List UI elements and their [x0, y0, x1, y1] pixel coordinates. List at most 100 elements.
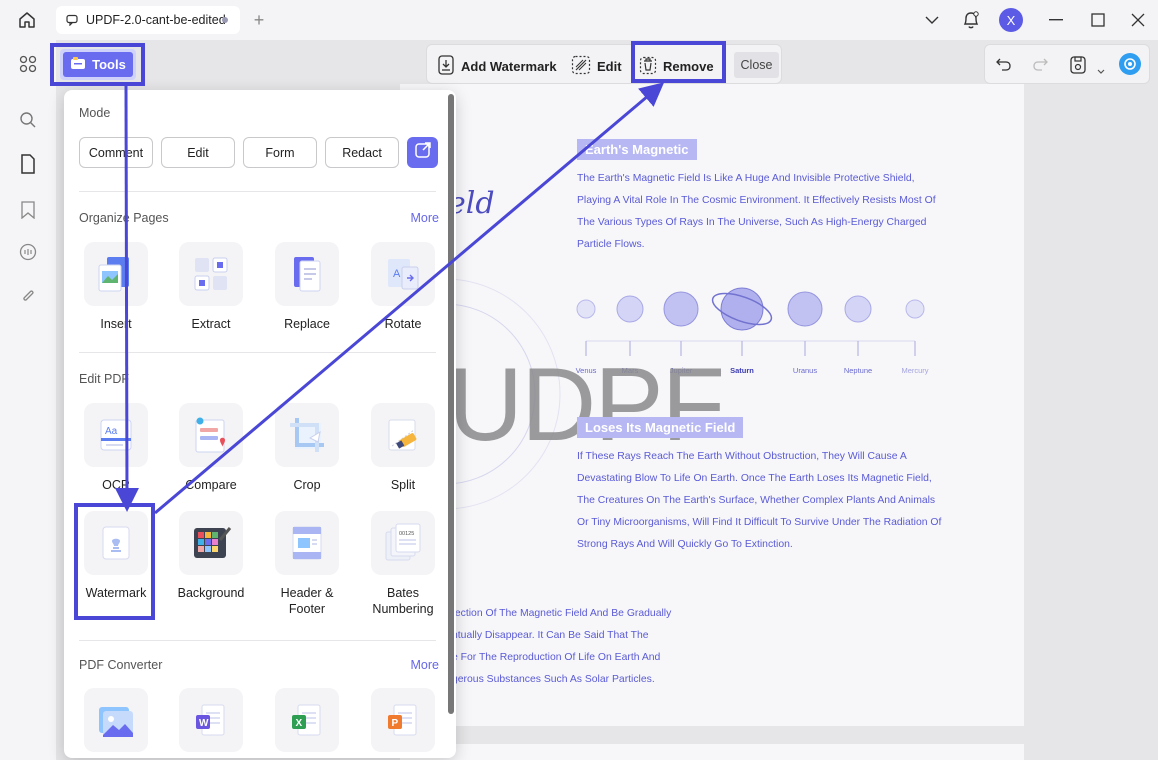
tab-title: UPDF-2.0-cant-be-edited	[86, 13, 226, 27]
rotate-icon: A	[371, 242, 435, 306]
svg-text:W: W	[199, 718, 209, 729]
add-watermark-label: Add Watermark	[461, 58, 557, 74]
watermark-toolbar: Add Watermark Edit Remove Close	[426, 44, 782, 84]
watermark-highlight-box	[74, 503, 155, 620]
undo-icon[interactable]	[995, 55, 1013, 78]
svg-text:A: A	[393, 268, 401, 280]
tool-replace[interactable]: Replace	[267, 242, 347, 332]
tool-convert-word[interactable]: W	[171, 688, 251, 752]
open-external-button[interactable]	[407, 137, 438, 168]
home-icon[interactable]	[14, 8, 40, 32]
close-window-icon[interactable]	[1128, 8, 1148, 32]
add-watermark-icon	[437, 54, 455, 78]
tool-header-footer-label: Header & Footer	[280, 586, 334, 616]
split-icon	[371, 403, 435, 467]
apps-grid-icon[interactable]	[16, 52, 40, 76]
external-link-icon	[414, 141, 432, 164]
svg-text:P: P	[392, 718, 399, 729]
chevron-down-icon[interactable]	[922, 8, 942, 32]
tool-insert-label: Insert	[100, 317, 132, 331]
tool-insert[interactable]: Insert	[76, 242, 156, 332]
mode-redact-button[interactable]: Redact	[325, 137, 399, 168]
divider	[79, 191, 436, 192]
tool-bates-numbering[interactable]: 00125 Bates Numbering	[363, 511, 443, 617]
panel-scrollbar[interactable]	[448, 94, 454, 714]
organize-more-link[interactable]: More	[411, 211, 439, 225]
redo-icon[interactable]	[1031, 55, 1049, 78]
new-tab-button[interactable]: +	[250, 10, 268, 30]
maximize-icon[interactable]	[1088, 8, 1108, 32]
svg-text:X: X	[296, 718, 303, 729]
converter-more-link[interactable]: More	[411, 658, 439, 672]
close-watermark-button[interactable]: Close	[734, 52, 779, 78]
remove-highlight-box	[631, 41, 726, 83]
unsaved-dot	[222, 17, 228, 23]
document-tab[interactable]: UPDF-2.0-cant-be-edited	[56, 6, 240, 34]
extract-icon	[179, 242, 243, 306]
excel-file-icon: X	[275, 688, 339, 752]
insert-icon	[84, 242, 148, 306]
tool-ocr-label: OCR	[102, 478, 130, 492]
tool-compare-label: Compare	[185, 478, 237, 492]
title-bar: UPDF-2.0-cant-be-edited + X	[0, 0, 1158, 40]
replace-icon	[275, 242, 339, 306]
mode-comment-button[interactable]: Comment	[79, 137, 153, 168]
bookmark-icon[interactable]	[16, 198, 40, 222]
tool-compare[interactable]: Compare	[171, 403, 251, 493]
paragraph-2: If These Rays Reach The Earth Without Ob…	[577, 451, 942, 550]
bell-icon[interactable]	[960, 8, 982, 32]
save-icon[interactable]	[1069, 55, 1087, 80]
attachment-icon[interactable]	[16, 284, 40, 308]
tool-convert-image[interactable]	[76, 688, 156, 752]
minimize-icon[interactable]	[1046, 8, 1066, 32]
tool-crop[interactable]: Crop	[267, 403, 347, 493]
paragraph-3-line-1: tection Of The Magnetic Field And Be Gra…	[452, 608, 672, 619]
svg-text:Aa: Aa	[105, 426, 118, 437]
tools-panel: Mode Comment Edit Form Redact Organize P…	[64, 90, 456, 758]
tool-header-footer[interactable]: Header & Footer	[267, 511, 347, 617]
pdf-page[interactable]: eld Earth's Magnetic The Earth's Magneti…	[400, 84, 1024, 726]
word-file-icon: W	[179, 688, 243, 752]
planet-label-mercury: Mercury	[901, 366, 929, 375]
next-pdf-page[interactable]	[400, 744, 1024, 760]
divider	[79, 640, 436, 641]
powerpoint-file-icon: P	[371, 688, 435, 752]
paragraph-3-line-3: e For The Reproduction Of Life On Earth …	[452, 652, 661, 663]
planet-label-saturn: Saturn	[730, 366, 754, 375]
tool-rotate[interactable]: A Rotate	[363, 242, 443, 332]
tool-replace-label: Replace	[284, 317, 330, 331]
tools-highlight-box	[50, 43, 145, 86]
heading-earths-magnetic: Earth's Magnetic	[577, 139, 697, 160]
tool-ocr[interactable]: Aa OCR	[76, 403, 156, 493]
mode-edit-button[interactable]: Edit	[161, 137, 235, 168]
tool-crop-label: Crop	[293, 478, 321, 492]
left-rail	[0, 40, 56, 760]
user-avatar[interactable]: X	[999, 8, 1023, 32]
page-thumbnail-icon[interactable]	[16, 152, 40, 176]
ocr-icon: Aa	[84, 403, 148, 467]
organize-pages-title: Organize Pages	[79, 211, 169, 225]
edit-watermark-button[interactable]: Edit	[571, 54, 622, 78]
save-options-chevron-icon[interactable]	[1097, 62, 1105, 80]
divider	[79, 352, 436, 353]
heading-loses-magnetic-field: Loses Its Magnetic Field	[577, 417, 744, 438]
tool-background-label: Background	[177, 586, 245, 600]
tool-extract[interactable]: Extract	[171, 242, 251, 332]
tool-split[interactable]: Split	[363, 403, 443, 493]
tool-split-label: Split	[390, 478, 416, 492]
tool-convert-excel[interactable]: X	[267, 688, 347, 752]
tool-convert-powerpoint[interactable]: P	[363, 688, 443, 752]
ai-assistant-icon[interactable]	[1119, 53, 1141, 75]
header-footer-icon	[275, 511, 339, 575]
planet-label-neptune: Neptune	[843, 366, 873, 375]
comments-icon[interactable]	[16, 240, 40, 264]
crop-icon	[275, 403, 339, 467]
comment-icon	[66, 14, 78, 26]
add-watermark-button[interactable]: Add Watermark	[437, 54, 557, 78]
mode-form-button[interactable]: Form	[243, 137, 317, 168]
compare-icon	[179, 403, 243, 467]
tool-background[interactable]: Background	[171, 511, 251, 601]
edit-watermark-label: Edit	[597, 58, 622, 74]
search-icon[interactable]	[16, 108, 40, 132]
image-file-icon	[84, 688, 148, 752]
